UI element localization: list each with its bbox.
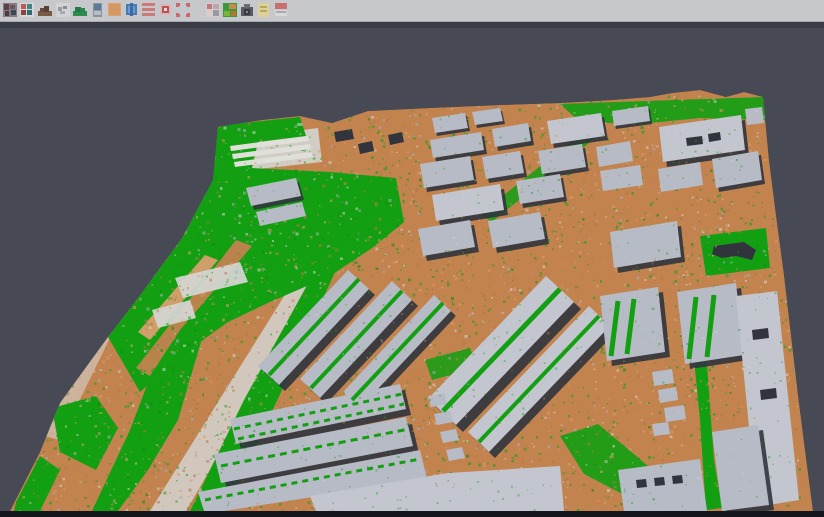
globe-icon-glyph [124, 2, 140, 18]
log-icon[interactable] [273, 2, 289, 18]
ortho-surface-icon-glyph [107, 2, 123, 18]
detail-structure [760, 388, 777, 400]
building-roof [652, 422, 670, 436]
gray-points-icon-glyph [55, 2, 71, 18]
hillshade-icon-glyph [37, 2, 53, 18]
vegetation-surface-icon-glyph [72, 2, 88, 18]
profile-view-icon-glyph [90, 2, 106, 18]
fit-extent-icon[interactable] [175, 2, 191, 18]
ortho-surface-icon[interactable] [107, 2, 123, 18]
profile-view-icon[interactable] [90, 2, 106, 18]
building-roof [664, 405, 686, 422]
target-icon[interactable] [158, 2, 174, 18]
detail-structure [654, 477, 665, 486]
point-cloud-scene[interactable] [0, 28, 824, 517]
texture-view-icon-glyph [2, 2, 18, 18]
table-icon-glyph [141, 2, 157, 18]
target-icon-glyph [158, 2, 174, 18]
detail-structure [752, 328, 769, 340]
hillshade-icon[interactable] [37, 2, 53, 18]
rgb-points-icon[interactable] [19, 2, 35, 18]
grid-icon[interactable] [205, 2, 221, 18]
camera-icon[interactable] [239, 2, 255, 18]
vegetation-surface-icon[interactable] [72, 2, 88, 18]
rgb-points-icon-glyph [19, 2, 35, 18]
log-icon-glyph [273, 2, 289, 18]
detail-structure [672, 475, 683, 484]
classification-map-icon-glyph [222, 2, 238, 18]
bottom-band [0, 511, 824, 517]
table-icon[interactable] [141, 2, 157, 18]
grid-icon-glyph [205, 2, 221, 18]
report-icon-glyph [256, 2, 272, 18]
camera-icon-glyph [239, 2, 255, 18]
texture-view-icon[interactable] [2, 2, 18, 18]
fit-extent-icon-glyph [175, 2, 191, 18]
gray-points-icon[interactable] [55, 2, 71, 18]
toolbar [0, 0, 824, 22]
viewport-3d[interactable] [0, 28, 824, 517]
report-icon[interactable] [256, 2, 272, 18]
classification-map-icon[interactable] [222, 2, 238, 18]
detail-structure [636, 479, 647, 488]
globe-icon[interactable] [124, 2, 140, 18]
